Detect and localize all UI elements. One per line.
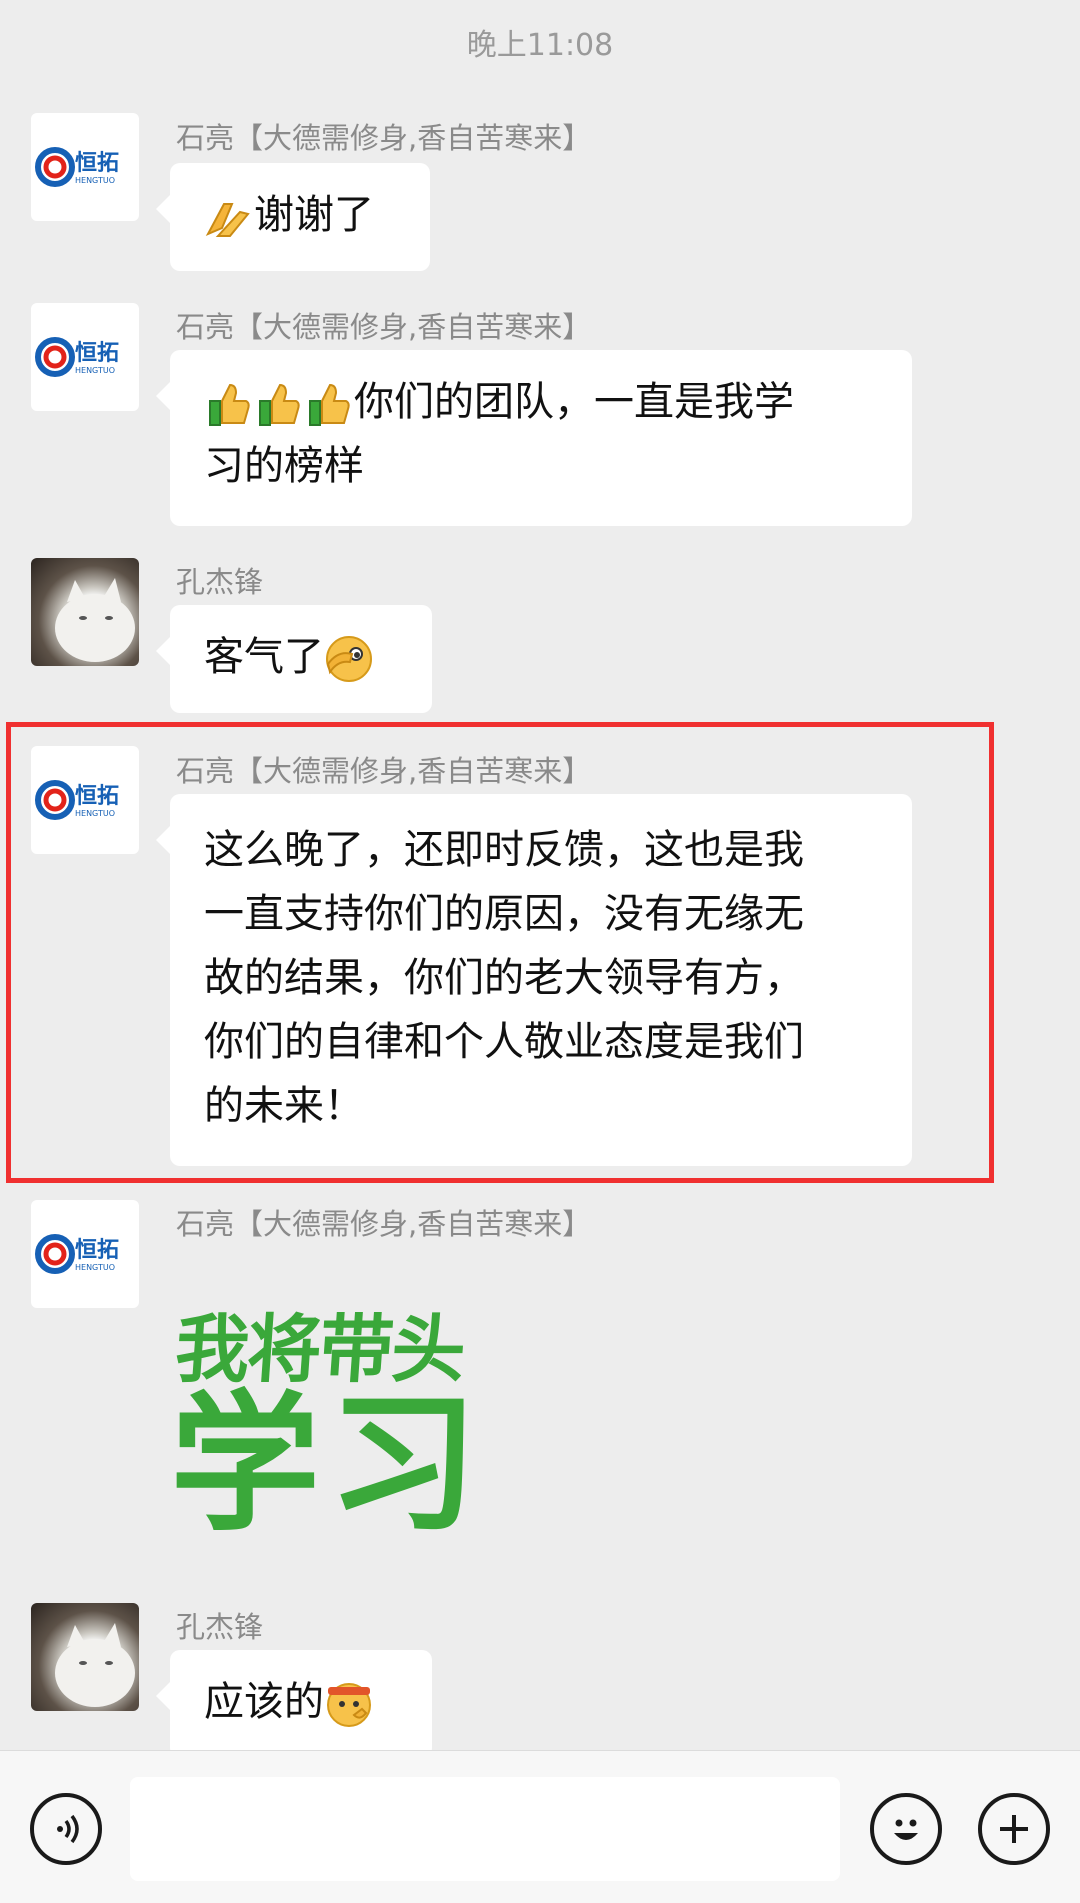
svg-text:HENGTUO: HENGTUO bbox=[75, 366, 115, 375]
company-logo-icon: 恒拓 HENGTUO bbox=[35, 147, 119, 187]
more-button[interactable] bbox=[978, 1793, 1050, 1865]
company-logo-icon: 恒拓 HENGTUO bbox=[35, 337, 119, 377]
message-text: 应该的 bbox=[204, 1679, 324, 1725]
avatar[interactable]: 恒拓 HENGTUO bbox=[31, 113, 139, 221]
svg-text:恒拓: 恒拓 bbox=[75, 783, 119, 809]
peeking-face-icon bbox=[326, 636, 372, 682]
message-text: 的未来！ bbox=[204, 1083, 364, 1129]
message-text: 一直支持你们的原因，没有无缘无 bbox=[204, 891, 804, 937]
avatar[interactable] bbox=[31, 1603, 139, 1711]
avatar[interactable] bbox=[31, 558, 139, 666]
sender-name: 石亮【大德需修身,香自苦寒来】 bbox=[176, 310, 592, 344]
cat-photo-icon bbox=[55, 578, 135, 662]
message-bubble[interactable]: 客气了 bbox=[156, 605, 432, 713]
svg-text:恒拓: 恒拓 bbox=[75, 340, 119, 366]
company-logo-icon: 恒拓 HENGTUO bbox=[35, 1234, 119, 1274]
plus-icon bbox=[1000, 1815, 1028, 1843]
saluting-face-icon bbox=[327, 1683, 371, 1727]
avatar[interactable]: 恒拓 HENGTUO bbox=[31, 303, 139, 411]
sticker-text-line2: 学习 bbox=[170, 1378, 487, 1552]
message-bubble[interactable]: 应该的 bbox=[156, 1650, 432, 1758]
svg-text:恒拓: 恒拓 bbox=[75, 150, 119, 176]
message-bubble[interactable]: 谢谢了 bbox=[156, 163, 430, 271]
cat-photo-icon bbox=[55, 1623, 135, 1707]
svg-text:HENGTUO: HENGTUO bbox=[75, 1263, 115, 1272]
svg-text:HENGTUO: HENGTUO bbox=[75, 809, 115, 818]
message-text: 客气了 bbox=[204, 634, 324, 680]
company-logo-icon: 恒拓 HENGTUO bbox=[35, 780, 119, 820]
message-text: 谢谢了 bbox=[254, 192, 374, 238]
message-bubble[interactable]: 这么晚了，还即时反馈，这也是我 一直支持你们的原因，没有无缘无 故的结果，你们的… bbox=[156, 794, 912, 1166]
message-text: 这么晚了，还即时反馈，这也是我 bbox=[204, 827, 804, 873]
voice-icon bbox=[57, 1814, 79, 1844]
message-text: 你们的自律和个人敬业态度是我们 bbox=[204, 1019, 804, 1065]
sender-name: 孔杰锋 bbox=[176, 565, 264, 599]
message-bubble[interactable]: 你们的团队，一直是我学 习的榜样 bbox=[156, 350, 912, 526]
sender-name: 石亮【大德需修身,香自苦寒来】 bbox=[176, 1207, 592, 1241]
folded-hands-icon bbox=[205, 203, 250, 237]
sender-name: 孔杰锋 bbox=[176, 1610, 264, 1644]
message-input[interactable] bbox=[130, 1777, 840, 1881]
sticker-image[interactable]: 我将带头 学习 bbox=[170, 1280, 500, 1560]
sender-name: 石亮【大德需修身,香自苦寒来】 bbox=[176, 121, 592, 155]
avatar[interactable]: 恒拓 HENGTUO bbox=[31, 746, 139, 854]
thumbs-up-icon bbox=[209, 383, 350, 426]
input-bar bbox=[0, 1750, 1080, 1903]
message-text: 习的榜样 bbox=[204, 443, 364, 489]
avatar[interactable]: 恒拓 HENGTUO bbox=[31, 1200, 139, 1308]
message-text: 你们的团队，一直是我学 bbox=[354, 379, 794, 425]
voice-button[interactable] bbox=[30, 1793, 102, 1865]
svg-text:HENGTUO: HENGTUO bbox=[75, 176, 115, 185]
svg-text:恒拓: 恒拓 bbox=[75, 1237, 119, 1263]
message-text: 故的结果，你们的老大领导有方， bbox=[204, 955, 804, 1001]
emoji-button[interactable] bbox=[870, 1793, 942, 1865]
timestamp: 晚上11:08 bbox=[466, 28, 614, 63]
emoji-icon bbox=[894, 1819, 918, 1840]
sender-name: 石亮【大德需修身,香自苦寒来】 bbox=[176, 754, 592, 788]
